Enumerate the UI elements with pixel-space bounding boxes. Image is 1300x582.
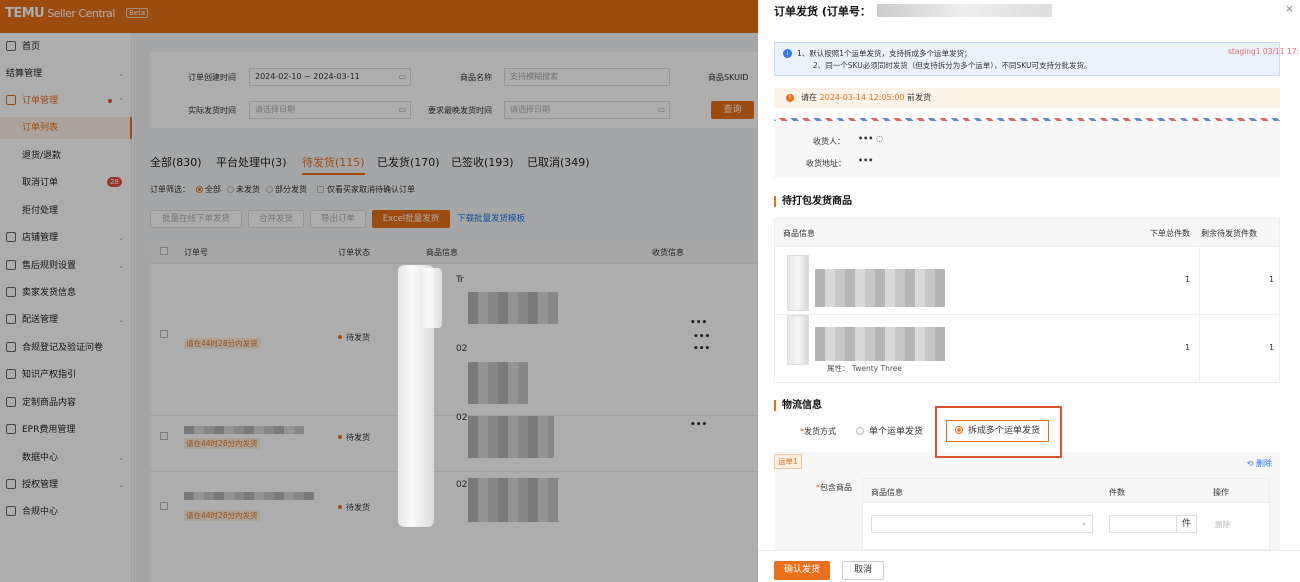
ship-order-drawer: 订单发货 (订单号： × i 1、默认按照1个运单发货，支持拆成多个运单发货； … <box>758 0 1300 582</box>
pack-header-remain: 剩余待发货件数 <box>1201 229 1257 238</box>
app-root: TEMU Seller Central Beta 首页 结算管理 ⌄ 订单管理 ⌃ 订… <box>0 0 1300 582</box>
cancel-button[interactable]: 取消 <box>842 561 884 580</box>
pack-remain-count: 1 <box>1269 275 1275 284</box>
pack-row: 属性： Twenty Three 1 1 <box>775 315 1279 383</box>
pack-header-info: 商品信息 <box>783 229 815 238</box>
waybill-table-header: 商品信息 件数 操作 <box>863 479 1269 503</box>
info-banner: i 1、默认按照1个运单发货，支持拆成多个运单发货； 2、同一个SKU必须同时发… <box>774 42 1299 76</box>
confirm-ship-button[interactable]: 确认发货 <box>774 561 830 580</box>
deadline-date: 2024-03-14 12:05:00 <box>819 93 905 102</box>
consignee-label: 收货人： <box>813 137 845 146</box>
pack-total-count: 1 <box>1185 275 1191 284</box>
address-label: 收货地址： <box>806 159 846 168</box>
unit-label: 件 <box>1176 516 1196 532</box>
wb-header-info: 商品信息 <box>871 488 903 497</box>
row-delete-button[interactable]: 删除 <box>1215 519 1230 530</box>
wb-header-qty: 件数 <box>1109 488 1125 497</box>
pack-section-title: 待打包发货商品 <box>774 196 852 207</box>
product-thumbnail <box>787 315 809 365</box>
chevron-down-icon: ⌄ <box>1081 519 1087 527</box>
consignee-value: ••• ◌ <box>858 134 884 143</box>
radio-circle <box>856 427 864 435</box>
product-attribute: 属性： Twenty Three <box>827 364 902 373</box>
ship-deadline-banner: ! 请在 2024-03-14 12:05:00 前发货 <box>774 88 1280 108</box>
address-card: 收货人： ••• ◌ 收货地址： ••• <box>774 118 1280 178</box>
deadline-post: 前发货 <box>904 93 932 102</box>
waybill-items-table: 商品信息 件数 操作 ⌄ 件 删除 <box>862 478 1270 550</box>
pack-total-count: 1 <box>1185 343 1191 352</box>
logistics-section-title: 物流信息 <box>774 400 822 411</box>
wb-header-op: 操作 <box>1213 488 1229 497</box>
drawer-footer: 确认发货 取消 <box>758 550 1300 582</box>
staging-label: staging1 03/11 17: <box>1227 47 1299 56</box>
redacted-block <box>815 327 945 361</box>
redacted-order-no <box>876 4 1052 17</box>
waybill-tag: 运单1 <box>774 454 802 469</box>
redacted-block <box>815 269 945 307</box>
info-icon: i <box>783 49 792 58</box>
pack-items-table: 商品信息 下单总件数 剩余待发货件数 1 1 属性： Twenty Three … <box>774 218 1280 383</box>
column-divider <box>1199 315 1200 383</box>
product-thumbnail <box>787 255 809 311</box>
pack-table-header: 商品信息 下单总件数 剩余待发货件数 <box>775 219 1279 247</box>
pack-remain-count: 1 <box>1269 343 1275 352</box>
address-value: ••• <box>858 156 874 165</box>
close-icon[interactable]: × <box>1285 2 1294 15</box>
modal-overlay[interactable] <box>0 0 758 582</box>
highlight-annotation-box <box>935 406 1062 458</box>
pack-header-total: 下单总件数 <box>1150 229 1190 238</box>
waybill-card: 运单1 ⟲ 删除 *包含商品 商品信息 件数 操作 ⌄ 件 删除 <box>774 452 1280 550</box>
quantity-input[interactable]: 件 <box>1109 515 1197 533</box>
option-single-label: 单个运单发货 <box>869 427 924 437</box>
clock-icon: ! <box>786 94 794 102</box>
drawer-title: 订单发货 (订单号： <box>774 3 1052 19</box>
ship-method-label: *发货方式 <box>800 427 836 436</box>
drawer-title-text: 订单发货 (订单号： <box>774 5 871 18</box>
deadline-pre: 请在 <box>801 93 820 102</box>
info-line-2: 2、同一个SKU必须同时发货（但支持拆分为多个运单），不同SKU可支持分批发货。 <box>813 61 1092 70</box>
pack-row: 1 1 <box>775 247 1279 315</box>
option-single-waybill[interactable]: 单个运单发货 <box>856 424 923 437</box>
column-divider <box>1199 247 1200 314</box>
deadline-text: 请在 2024-03-14 12:05:00 前发货 <box>801 88 931 108</box>
includes-text: 包含商品 <box>820 483 852 492</box>
includes-label: *包含商品 <box>816 483 852 492</box>
product-select[interactable]: ⌄ <box>871 515 1093 533</box>
info-line-1: 1、默认按照1个运单发货，支持拆成多个运单发货； <box>797 49 972 58</box>
ship-method-text: 发货方式 <box>804 427 836 436</box>
image-artifact <box>420 268 442 328</box>
waybill-delete-link[interactable]: ⟲ 删除 <box>1247 458 1272 469</box>
